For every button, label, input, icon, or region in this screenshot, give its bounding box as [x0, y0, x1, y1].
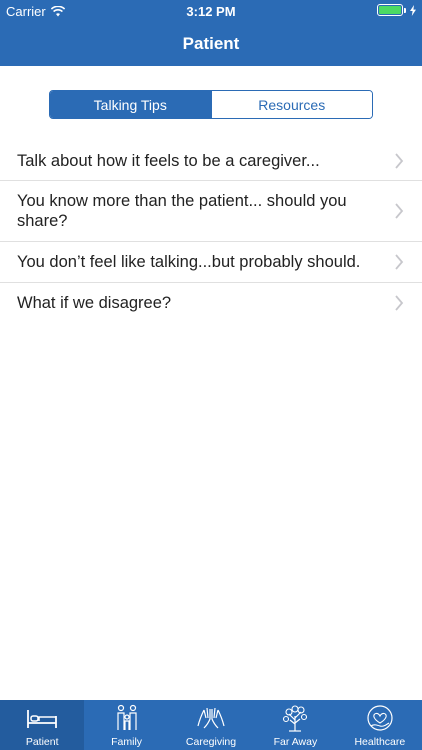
tab-label: Caregiving [185, 736, 237, 748]
tab-caregiving[interactable]: Caregiving [169, 700, 253, 750]
tab-label: Patient [25, 736, 59, 748]
status-bar: Carrier 3:12 PM [0, 0, 422, 22]
list-item[interactable]: Talk about how it feels to be a caregive… [0, 141, 422, 181]
chevron-right-icon [395, 152, 404, 169]
tab-bar: Patient Family Caregiving Far Away Healt… [0, 700, 422, 750]
chevron-right-icon [395, 203, 404, 219]
tree-icon [283, 705, 308, 732]
list-item[interactable]: You don’t feel like talking...but probab… [0, 242, 422, 283]
hands-icon [197, 707, 225, 729]
navigation-header: Carrier 3:12 PM Patient [0, 0, 422, 66]
segment-resources[interactable]: Resources [210, 91, 372, 118]
list-item[interactable]: What if we disagree? [0, 283, 422, 323]
tab-patient[interactable]: Patient [0, 700, 85, 750]
tips-list: Talk about how it feels to be a caregive… [0, 141, 422, 323]
segment-talking-tips[interactable]: Talking Tips [50, 91, 211, 118]
tab-family[interactable]: Family [84, 700, 168, 750]
status-right [377, 4, 416, 16]
bed-icon [27, 710, 58, 728]
chevron-right-icon [395, 254, 404, 270]
tab-far-away[interactable]: Far Away [253, 700, 337, 750]
list-item-label: What if we disagree? [17, 294, 172, 312]
list-item-label: Talk about how it feels to be a caregive… [17, 151, 320, 170]
tab-label: Family [111, 736, 143, 748]
status-time: 3:12 PM [186, 4, 236, 19]
list-item[interactable]: You know more than the patient... should… [0, 181, 422, 242]
segmented-control: Talking Tips Resources [49, 90, 373, 119]
list-item-label: You know more than the patient... should… [17, 192, 347, 230]
tab-label: Healthcare [354, 736, 406, 748]
chevron-right-icon [395, 295, 404, 311]
battery-tip [404, 7, 406, 13]
heart-hand-icon [367, 705, 393, 731]
list-item-label: You don’t feel like talking...but probab… [17, 253, 361, 271]
page-title: Patient [182, 34, 240, 53]
tab-label: Far Away [273, 736, 318, 748]
battery-icon [377, 4, 403, 16]
tab-healthcare[interactable]: Healthcare [338, 700, 422, 750]
charging-bolt-icon [410, 4, 416, 16]
family-icon [117, 704, 137, 730]
